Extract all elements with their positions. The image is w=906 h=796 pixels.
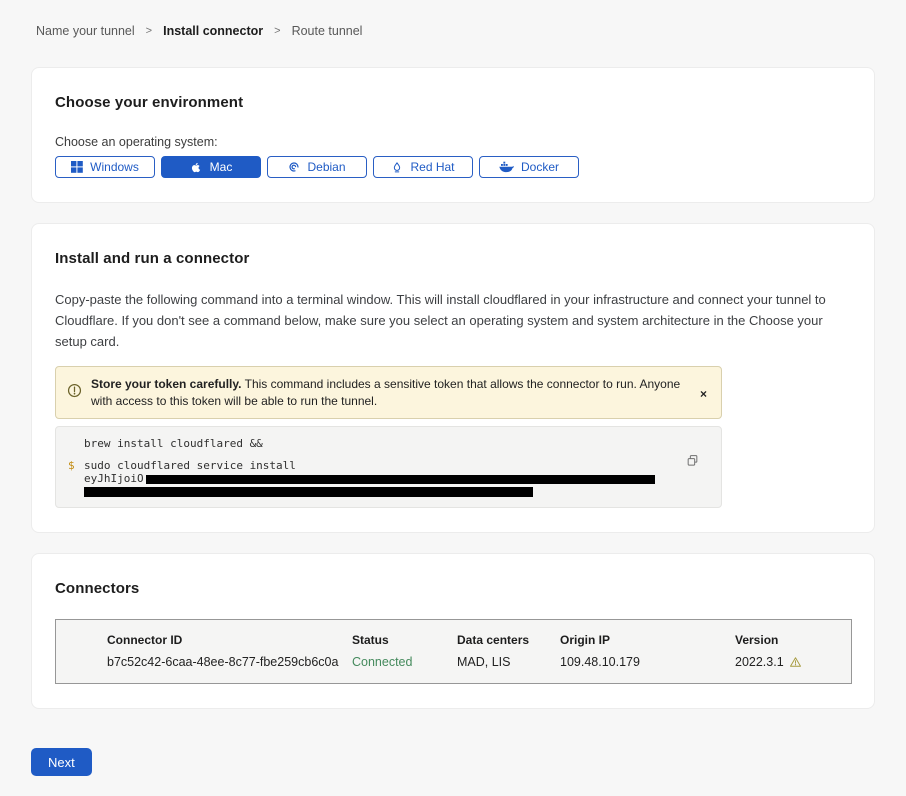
breadcrumb-install-connector[interactable]: Install connector <box>163 24 263 38</box>
breadcrumb-name-your-tunnel[interactable]: Name your tunnel <box>36 24 135 38</box>
connectors-table-header: Connector ID Status Data centers Origin … <box>107 633 851 647</box>
next-button[interactable]: Next <box>31 748 92 776</box>
token-warning-banner: Store your token carefully. This command… <box>55 366 722 419</box>
os-button-label: Debian <box>307 160 345 174</box>
connector-id-value: b7c52c42-6caa-48ee-8c77-fbe259cb6c0a <box>107 655 352 669</box>
os-button-redhat[interactable]: Red Hat <box>373 156 473 178</box>
column-header-connector-id: Connector ID <box>107 633 352 647</box>
breadcrumb-route-tunnel[interactable]: Route tunnel <box>292 24 363 38</box>
token-prefix: eyJhIjoiO <box>84 472 144 485</box>
os-button-label: Docker <box>521 160 559 174</box>
os-button-debian[interactable]: Debian <box>267 156 367 178</box>
os-button-mac[interactable]: Mac <box>161 156 261 178</box>
install-description: Copy-paste the following command into a … <box>55 289 851 352</box>
os-select-label: Choose an operating system: <box>55 135 851 149</box>
warning-message: Store your token carefully. This command… <box>91 376 687 409</box>
breadcrumb: Name your tunnel > Install connector > R… <box>31 24 875 38</box>
redacted-token-bar <box>146 475 655 484</box>
os-button-label: Mac <box>210 160 233 174</box>
connectors-table: Connector ID Status Data centers Origin … <box>55 619 852 684</box>
version-value: 2022.3.1 <box>735 655 851 669</box>
choose-environment-card: Choose your environment Choose an operat… <box>31 67 875 203</box>
code-line-sudo: sudo cloudflared service install <box>84 459 681 473</box>
connectors-card: Connectors Connector ID Status Data cent… <box>31 553 875 709</box>
column-header-origin-ip: Origin IP <box>560 633 735 647</box>
install-card-title: Install and run a connector <box>55 250 851 267</box>
tunnel-setup-page: Name your tunnel > Install connector > R… <box>0 0 906 796</box>
code-line-brew: brew install cloudflared && <box>68 437 681 451</box>
breadcrumb-separator: > <box>274 25 280 37</box>
warning-triangle-icon <box>789 656 802 668</box>
alert-circle-icon <box>67 383 82 398</box>
os-button-label: Red Hat <box>410 160 454 174</box>
environment-card-title: Choose your environment <box>55 94 851 111</box>
connectors-card-title: Connectors <box>55 580 851 597</box>
column-header-status: Status <box>352 633 457 647</box>
redhat-logo-icon <box>391 161 403 174</box>
status-badge: Connected <box>352 655 457 669</box>
shell-prompt: $ <box>68 459 84 497</box>
copy-icon[interactable] <box>686 454 699 467</box>
data-centers-value: MAD, LIS <box>457 655 560 669</box>
os-button-label: Windows <box>90 160 139 174</box>
os-button-windows[interactable]: Windows <box>55 156 155 178</box>
debian-logo-icon <box>288 161 300 173</box>
windows-logo-icon <box>71 161 83 173</box>
version-number: 2022.3.1 <box>735 655 784 669</box>
code-line-token: eyJhIjoiO <box>84 473 681 485</box>
os-button-group: Windows Mac Debian Red Hat <box>55 156 851 178</box>
docker-logo-icon <box>499 161 514 173</box>
os-button-docker[interactable]: Docker <box>479 156 579 178</box>
breadcrumb-separator: > <box>146 25 152 37</box>
warning-message-bold: Store your token carefully. <box>91 377 242 391</box>
close-icon[interactable]: × <box>696 386 711 402</box>
table-row: b7c52c42-6caa-48ee-8c77-fbe259cb6c0a Con… <box>107 655 851 669</box>
install-command-code-block: brew install cloudflared && $ sudo cloud… <box>55 426 722 508</box>
origin-ip-value: 109.48.10.179 <box>560 655 735 669</box>
apple-logo-icon <box>190 161 203 174</box>
column-header-data-centers: Data centers <box>457 633 560 647</box>
column-header-version: Version <box>735 633 851 647</box>
install-connector-card: Install and run a connector Copy-paste t… <box>31 223 875 533</box>
redacted-token-bar-2 <box>84 487 533 497</box>
code-command: $ sudo cloudflared service install eyJhI… <box>68 459 681 497</box>
